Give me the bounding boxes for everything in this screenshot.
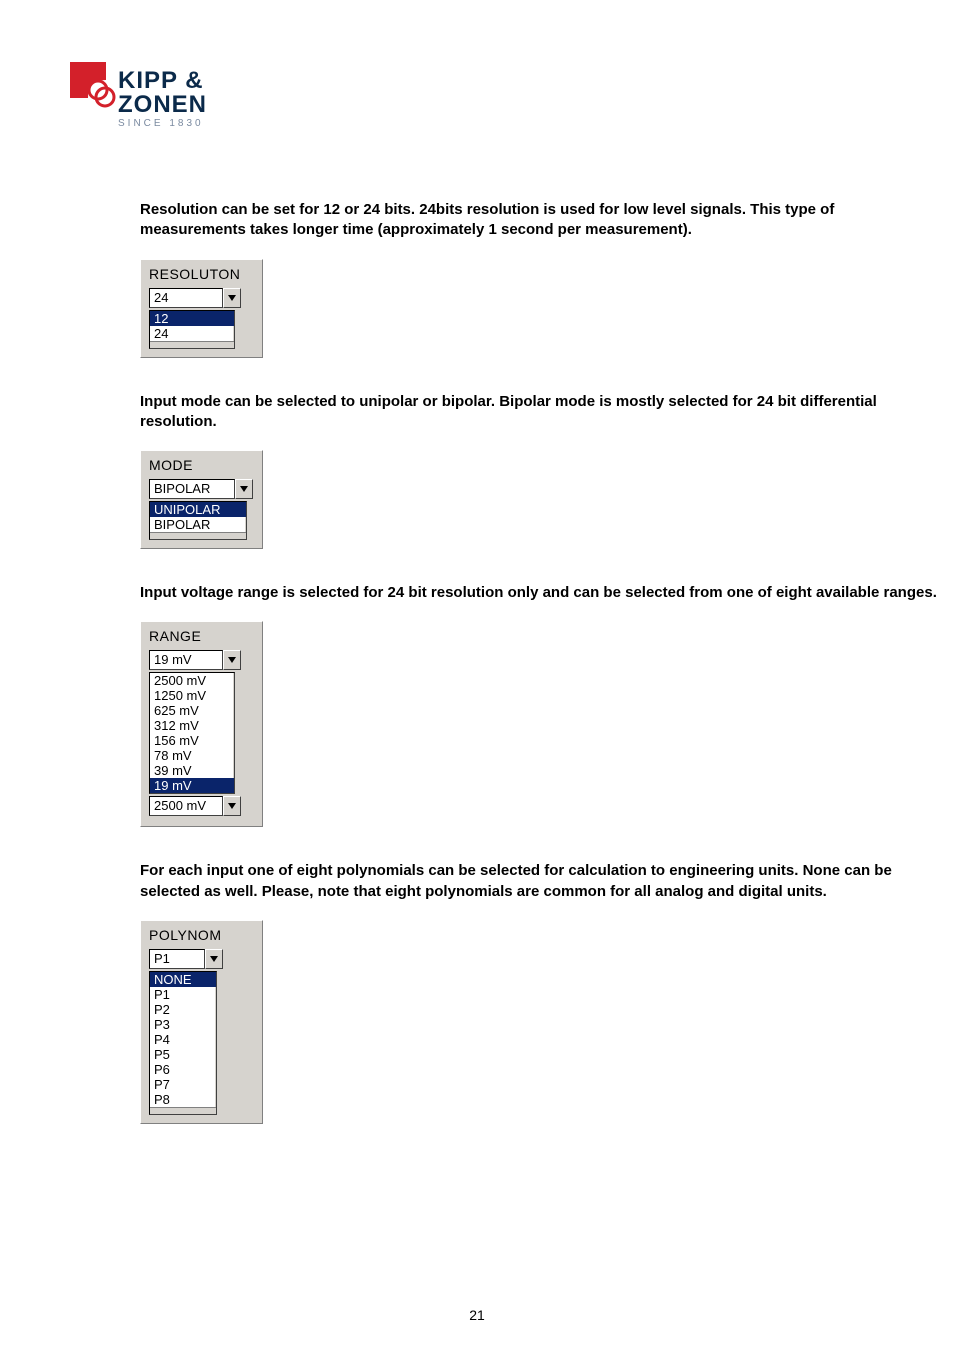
list-item[interactable]: P2	[150, 1002, 216, 1017]
svg-text:KIPP &: KIPP &	[118, 67, 204, 94]
mode-options-list[interactable]: UNIPOLAR BIPOLAR	[149, 501, 247, 540]
mode-panel: MODE BIPOLAR UNIPOLAR BIPOLAR	[140, 450, 263, 549]
list-item[interactable]: P3	[150, 1017, 216, 1032]
range-description: Input voltage range is selected for 24 b…	[140, 583, 940, 603]
mode-combobox[interactable]: BIPOLAR	[149, 479, 254, 499]
dropdown-arrow-icon[interactable]	[223, 650, 241, 670]
list-item[interactable]: 19 mV	[150, 778, 234, 793]
resolution-description: Resolution can be set for 12 or 24 bits.…	[140, 200, 940, 241]
dropdown-arrow-icon[interactable]	[235, 479, 253, 499]
resolution-combobox[interactable]: 24	[149, 288, 254, 308]
mode-description: Input mode can be selected to unipolar o…	[140, 392, 940, 433]
range-secondary-combobox[interactable]: 2500 mV	[149, 796, 254, 816]
list-item[interactable]: P7	[150, 1077, 216, 1092]
list-item[interactable]: 39 mV	[150, 763, 234, 778]
range-selected-value: 19 mV	[149, 650, 223, 670]
list-item[interactable]: 78 mV	[150, 748, 234, 763]
list-item[interactable]: P5	[150, 1047, 216, 1062]
list-item[interactable]: 2500 mV	[150, 673, 234, 688]
list-item[interactable]: P4	[150, 1032, 216, 1047]
dropdown-arrow-icon[interactable]	[223, 288, 241, 308]
mode-panel-title: MODE	[149, 457, 254, 473]
resolution-options-list[interactable]: 12 24	[149, 310, 235, 349]
list-item[interactable]: 312 mV	[150, 718, 234, 733]
polynom-combobox[interactable]: P1	[149, 949, 254, 969]
range-options-list[interactable]: 2500 mV 1250 mV 625 mV 312 mV 156 mV 78 …	[149, 672, 235, 794]
list-item[interactable]: P6	[150, 1062, 216, 1077]
svg-text:SINCE 1830: SINCE 1830	[118, 118, 204, 129]
scrollbar-stub	[150, 532, 246, 539]
list-item[interactable]: NONE	[150, 972, 216, 987]
polynom-description: For each input one of eight polynomials …	[140, 861, 940, 902]
scrollbar-stub	[150, 341, 234, 348]
list-item[interactable]: BIPOLAR	[150, 517, 246, 532]
range-panel: RANGE 19 mV 2500 mV 1250 mV 625 mV 312 m…	[140, 621, 263, 827]
resolution-panel-title: RESOLUTON	[149, 266, 254, 282]
resolution-panel: RESOLUTON 24 12 24	[140, 259, 263, 358]
resolution-selected-value: 24	[149, 288, 223, 308]
scrollbar-stub	[150, 1107, 216, 1114]
list-item[interactable]: 24	[150, 326, 234, 341]
list-item[interactable]: P8	[150, 1092, 216, 1107]
mode-selected-value: BIPOLAR	[149, 479, 235, 499]
list-item[interactable]: 156 mV	[150, 733, 234, 748]
polynom-selected-value: P1	[149, 949, 205, 969]
range-combobox[interactable]: 19 mV	[149, 650, 254, 670]
list-item[interactable]: UNIPOLAR	[150, 502, 246, 517]
list-item[interactable]: 1250 mV	[150, 688, 234, 703]
polynom-panel: POLYNOM P1 NONE P1 P2 P3 P4 P5 P6 P7 P8	[140, 920, 263, 1124]
polynom-panel-title: POLYNOM	[149, 927, 254, 943]
list-item[interactable]: 625 mV	[150, 703, 234, 718]
svg-text:ZONEN: ZONEN	[118, 91, 207, 118]
dropdown-arrow-icon[interactable]	[223, 796, 241, 816]
range-secondary-selected-value: 2500 mV	[149, 796, 223, 816]
list-item[interactable]: 12	[150, 311, 234, 326]
list-item[interactable]: P1	[150, 987, 216, 1002]
range-panel-title: RANGE	[149, 628, 254, 644]
page-number: 21	[0, 1307, 954, 1323]
brand-logo: KIPP & ZONEN SINCE 1830	[68, 60, 894, 140]
polynom-options-list[interactable]: NONE P1 P2 P3 P4 P5 P6 P7 P8	[149, 971, 217, 1115]
dropdown-arrow-icon[interactable]	[205, 949, 223, 969]
